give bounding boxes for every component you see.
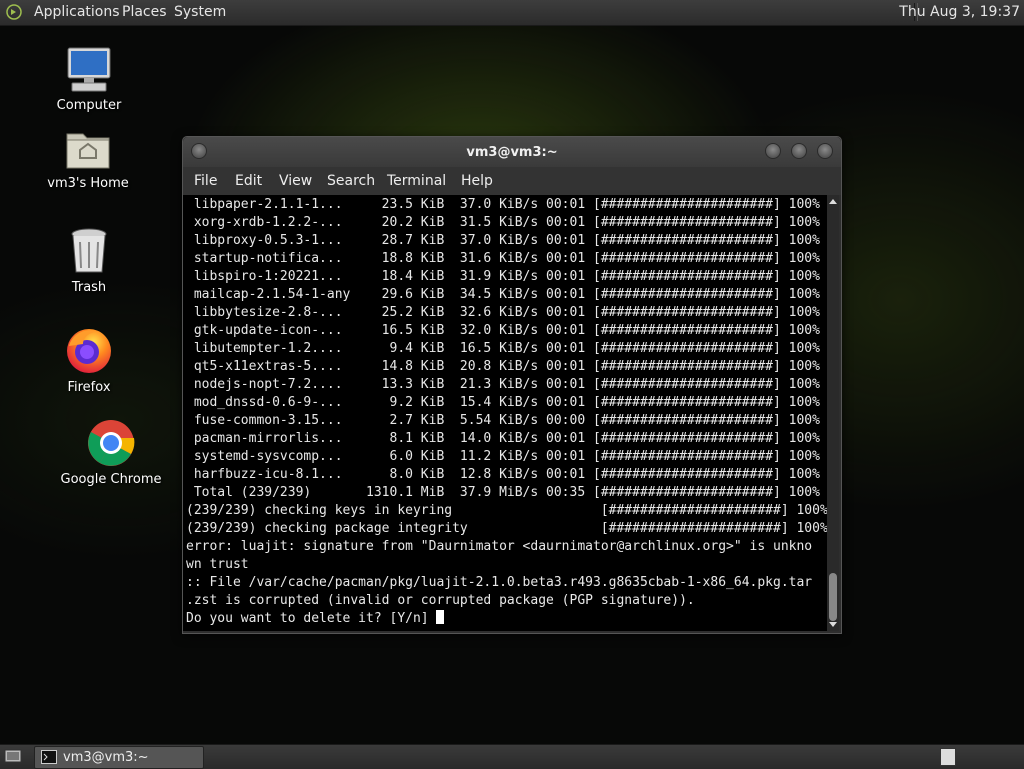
scroll-up-arrow-icon[interactable] [829, 199, 837, 204]
taskbar-item-label: vm3@vm3:~ [63, 750, 149, 765]
terminal-scrollbar[interactable] [827, 195, 839, 631]
terminal-line: gtk-update-icon-... 16.5 KiB 32.0 KiB/s … [186, 323, 820, 338]
terminal-line: libutempter-1.2.... 9.4 KiB 16.5 KiB/s 0… [186, 341, 820, 356]
scroll-down-arrow-icon[interactable] [829, 622, 837, 627]
top-panel: Applications Places System Thu Aug 3, 19… [0, 0, 1024, 26]
maximize-button[interactable] [791, 143, 807, 159]
terminal-line: pacman-mirrorlis... 8.1 KiB 14.0 KiB/s 0… [186, 431, 820, 446]
terminal-cursor [436, 610, 445, 624]
desktop-icon-label: Google Chrome [60, 472, 162, 487]
home-folder-icon [66, 133, 110, 169]
terminal-menubar: File Edit View Search Terminal Help [183, 167, 841, 195]
close-button[interactable] [817, 143, 833, 159]
show-desktop-icon[interactable] [4, 748, 22, 764]
terminal-line: qt5-x11extras-5.... 14.8 KiB 20.8 KiB/s … [186, 359, 820, 374]
terminal-line: error: luajit: signature from "Daurnimat… [186, 539, 813, 554]
system-menu[interactable]: System [174, 4, 226, 20]
menu-help[interactable]: Help [461, 173, 493, 189]
menu-search[interactable]: Search [327, 173, 375, 189]
desktop-icon-home[interactable]: vm3's Home [40, 126, 136, 191]
terminal-line: harfbuzz-icu-8.1... 8.0 KiB 12.8 KiB/s 0… [186, 467, 820, 482]
terminal-window[interactable]: vm3@vm3:~ File Edit View Search Terminal… [182, 136, 842, 634]
places-menu[interactable]: Places [122, 4, 167, 20]
window-titlebar[interactable]: vm3@vm3:~ [183, 137, 841, 167]
clock[interactable]: Thu Aug 3, 19:37 [889, 4, 1020, 20]
terminal-line: Do you want to delete it? [Y/n] [186, 611, 437, 626]
terminal-line: nodejs-nopt-7.2.... 13.3 KiB 21.3 KiB/s … [186, 377, 820, 392]
menu-edit[interactable]: Edit [235, 173, 262, 189]
desktop-icon-label: Trash [71, 280, 107, 295]
chrome-icon [88, 420, 135, 466]
terminal-line: mailcap-2.1.54-1-any 29.6 KiB 34.5 KiB/s… [186, 287, 820, 302]
trash-icon [71, 228, 107, 273]
workspace-switcher[interactable] [940, 748, 956, 766]
minimize-button[interactable] [765, 143, 781, 159]
applications-menu[interactable]: Applications [34, 4, 120, 20]
terminal-line: (239/239) checking package integrity [##… [186, 521, 827, 536]
firefox-icon [67, 329, 111, 373]
terminal-line: libspiro-1:20221... 18.4 KiB 31.9 KiB/s … [186, 269, 820, 284]
desktop-icon-firefox[interactable]: Firefox [50, 324, 128, 395]
bottom-panel: vm3@vm3:~ [0, 744, 1024, 769]
scrollbar-thumb[interactable] [829, 573, 837, 621]
terminal-output[interactable]: libpaper-2.1.1-1... 23.5 KiB 37.0 KiB/s … [183, 195, 827, 631]
menu-view[interactable]: View [279, 173, 312, 189]
terminal-line: Total (239/239) 1310.1 MiB 37.9 MiB/s 00… [186, 485, 820, 500]
terminal-line: libproxy-0.5.3-1... 28.7 KiB 37.0 KiB/s … [186, 233, 820, 248]
terminal-line: :: File /var/cache/pacman/pkg/luajit-2.1… [186, 575, 813, 590]
terminal-line: xorg-xrdb-1.2.2-... 20.2 KiB 31.5 KiB/s … [186, 215, 820, 230]
terminal-line: systemd-sysvcomp... 6.0 KiB 11.2 KiB/s 0… [186, 449, 820, 464]
terminal-line: libbytesize-2.8-... 25.2 KiB 32.6 KiB/s … [186, 305, 820, 320]
desktop-icon-computer[interactable]: Computer [48, 44, 130, 113]
terminal-line: .zst is corrupted (invalid or corrupted … [186, 593, 695, 608]
desktop-icon-label: vm3's Home [47, 176, 129, 191]
taskbar-item-terminal[interactable]: vm3@vm3:~ [34, 746, 204, 769]
terminal-text: libpaper-2.1.1-1... 23.5 KiB 37.0 KiB/s … [183, 195, 827, 628]
desktop-icon-label: Firefox [67, 380, 111, 395]
desktop-icon-chrome[interactable]: Google Chrome [56, 418, 166, 487]
terminal-line: mod_dnssd-0.6-9-... 9.2 KiB 15.4 KiB/s 0… [186, 395, 820, 410]
window-title: vm3@vm3:~ [466, 145, 558, 160]
computer-icon [67, 47, 111, 92]
desktop-icon-label: Computer [56, 98, 122, 113]
terminal-line: wn trust [186, 557, 249, 572]
terminal-icon [41, 750, 57, 764]
menu-file[interactable]: File [194, 173, 217, 189]
menu-terminal[interactable]: Terminal [387, 173, 446, 189]
terminal-line: startup-notifica... 18.8 KiB 31.6 KiB/s … [186, 251, 820, 266]
terminal-line: fuse-common-3.15... 2.7 KiB 5.54 KiB/s 0… [186, 413, 820, 428]
gnome-foot-icon[interactable] [6, 4, 22, 20]
terminal-line: (239/239) checking keys in keyring [####… [186, 503, 827, 518]
terminal-line: libpaper-2.1.1-1... 23.5 KiB 37.0 KiB/s … [186, 197, 820, 212]
desktop-icon-trash[interactable]: Trash [50, 226, 128, 295]
